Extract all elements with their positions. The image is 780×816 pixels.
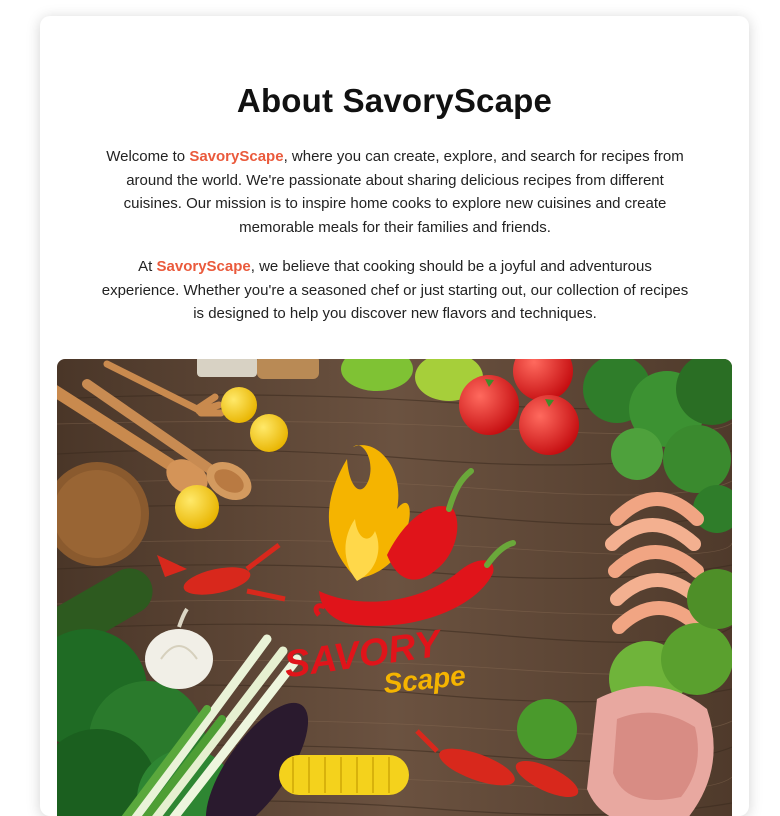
intro-paragraph: Welcome to SavoryScape, where you can cr… [100,145,690,239]
spice-jar-icon [197,359,257,377]
lemon-icon [250,414,288,452]
pork-chop-icon [587,686,714,816]
brand-name: SavoryScape [156,258,251,275]
spice-jar-icon [257,359,319,379]
corn-icon [279,755,409,795]
about-card: About SavoryScape Welcome to SavoryScape… [40,16,749,816]
lemon-icon [221,387,257,423]
belief-text-before: At [138,258,157,275]
page-title: About SavoryScape [236,82,553,119]
food-table-illustration: SAVORY Scape [57,359,732,816]
intro-text-before: Welcome to [106,148,190,165]
belief-paragraph: At SavoryScape, we believe that cooking … [100,255,690,326]
hero-image: SAVORY Scape [57,359,732,816]
brand-name: SavoryScape [189,148,284,165]
lemon-icon [175,485,219,529]
